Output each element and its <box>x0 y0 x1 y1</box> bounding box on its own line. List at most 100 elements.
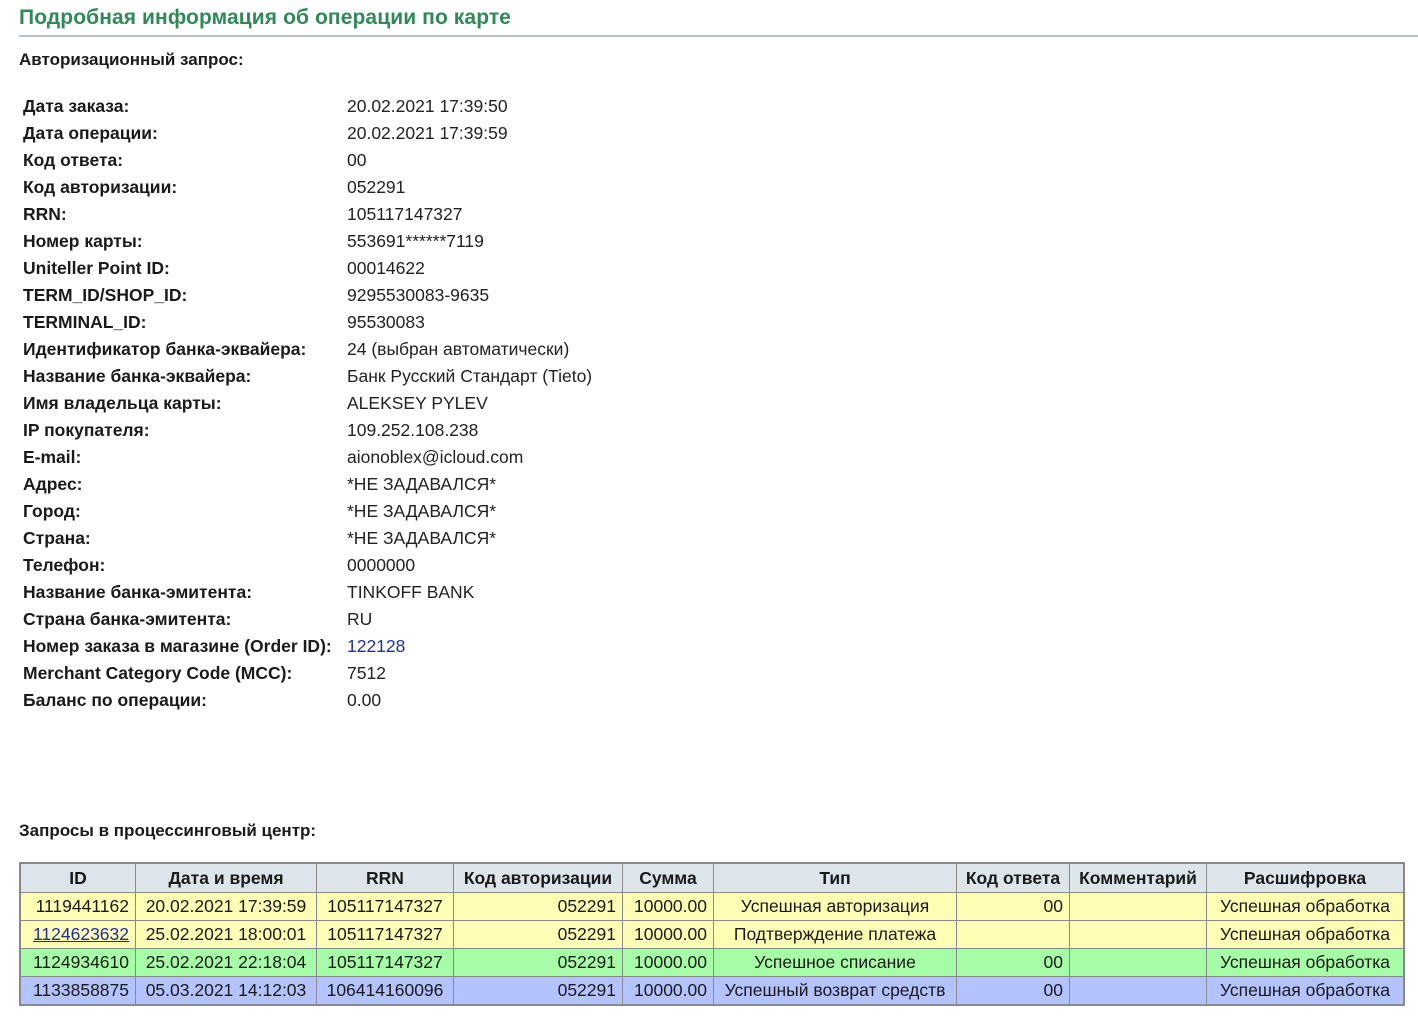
detail-value: RU <box>347 609 373 629</box>
detail-label: Merchant Category Code (MCC): <box>23 663 293 683</box>
detail-row: Название банка-эквайера: Банк Русский Ста… <box>23 363 592 390</box>
detail-label: Номер заказа в магазине (Order ID): <box>23 636 332 656</box>
cell-amount: 10000.00 <box>622 920 714 949</box>
detail-row: Merchant Category Code (MCC): 7512 <box>23 660 592 687</box>
detail-label: TERM_ID/SHOP_ID: <box>23 285 188 305</box>
detail-label: Код авторизации: <box>23 177 178 197</box>
column-header-datetime: Дата и время <box>135 862 317 893</box>
detail-value: 7512 <box>347 663 386 683</box>
cell-response-code: 00 <box>956 892 1070 921</box>
cell-datetime: 05.03.2021 14:12:03 <box>135 976 317 1006</box>
column-header-response-code: Код ответа <box>956 862 1070 893</box>
detail-value: 052291 <box>347 177 406 197</box>
detail-row: Имя владельца карты: ALEKSEY PYLEV <box>23 390 592 417</box>
detail-row: Страна банка-эмитента: RU <box>23 606 592 633</box>
detail-value: 20.02.2021 17:39:50 <box>347 96 508 116</box>
detail-row: Номер карты: 553691******7119 <box>23 228 592 255</box>
cell-response-code: 00 <box>956 948 1070 977</box>
detail-label: Дата заказа: <box>23 96 130 116</box>
cell-id: 1124623632 <box>19 920 136 949</box>
detail-value: 9295530083-9635 <box>347 285 490 305</box>
column-header-rrn: RRN <box>316 862 454 893</box>
cell-decoding: Успешная обработка <box>1206 920 1405 949</box>
detail-row: TERMINAL_ID: 95530083 <box>23 309 592 336</box>
detail-value: TINKOFF BANK <box>347 582 475 602</box>
detail-value: *НЕ ЗАДАВАЛСЯ* <box>347 528 497 548</box>
processing-requests-table: ID Дата и время RRN Код авторизации Сумм… <box>19 862 1405 1006</box>
cell-datetime: 25.02.2021 18:00:01 <box>135 920 317 949</box>
detail-value: 105117147327 <box>347 204 463 224</box>
detail-label: Название банка-эквайера: <box>23 366 252 386</box>
cell-rrn: 105117147327 <box>316 892 454 921</box>
detail-label: E-mail: <box>23 447 82 467</box>
detail-row: IP покупателя: 109.252.108.238 <box>23 417 592 444</box>
detail-value: 00 <box>347 150 367 170</box>
detail-label: RRN: <box>23 204 67 224</box>
detail-label: TERMINAL_ID: <box>23 312 147 332</box>
detail-row: Название банка-эмитента: TINKOFF BANK <box>23 579 592 606</box>
detail-row: Дата заказа: 20.02.2021 17:39:50 <box>23 93 592 120</box>
detail-value-cell: 122128 <box>347 633 592 660</box>
cell-comment <box>1069 892 1207 921</box>
cell-comment <box>1069 976 1207 1006</box>
cell-id: 1133858875 <box>19 976 136 1006</box>
detail-label: Адрес: <box>23 474 83 494</box>
cell-rrn: 106414160096 <box>316 976 454 1006</box>
detail-value: 24 (выбран автоматически) <box>347 339 570 359</box>
table-row: 1119441162 20.02.2021 17:39:59 10511714732… <box>19 892 1405 921</box>
order-id-link[interactable]: 122128 <box>347 636 405 656</box>
cell-decoding: Успешная обработка <box>1206 976 1405 1006</box>
detail-label: Код ответа: <box>23 150 124 170</box>
cell-rrn: 105117147327 <box>316 920 454 949</box>
cell-type: Успешная авторизация <box>713 892 957 921</box>
cell-comment <box>1069 948 1207 977</box>
operation-id-link[interactable]: 1124623632 <box>33 924 129 944</box>
detail-row: E-mail: aionoblex@icloud.com <box>23 444 592 471</box>
detail-row: Страна: *НЕ ЗАДАВАЛСЯ* <box>23 525 592 552</box>
detail-label: IP покупателя: <box>23 420 150 440</box>
detail-row: Код ответа: 00 <box>23 147 592 174</box>
detail-row: Адрес: *НЕ ЗАДАВАЛСЯ* <box>23 471 592 498</box>
cell-comment <box>1069 920 1207 949</box>
detail-label: Дата операции: <box>23 123 158 143</box>
detail-value: 95530083 <box>347 312 425 332</box>
cell-amount: 10000.00 <box>622 948 714 977</box>
detail-value: aionoblex@icloud.com <box>347 447 524 467</box>
column-header-comment: Комментарий <box>1069 862 1207 893</box>
cell-decoding: Успешная обработка <box>1206 892 1405 921</box>
column-header-id: ID <box>19 862 136 893</box>
cell-auth-code: 052291 <box>453 920 623 949</box>
detail-row: Номер заказа в магазине (Order ID): 12212… <box>23 633 592 660</box>
table-header-row: ID Дата и время RRN Код авторизации Сумм… <box>19 862 1405 893</box>
cell-id: 1119441162 <box>19 892 136 921</box>
table-row: 1124934610 25.02.2021 22:18:04 10511714732… <box>19 948 1405 977</box>
detail-value: 109.252.108.238 <box>347 420 479 440</box>
detail-value: ALEKSEY PYLEV <box>347 393 488 413</box>
detail-value: *НЕ ЗАДАВАЛСЯ* <box>347 501 497 521</box>
cell-type: Успешное списание <box>713 948 957 977</box>
column-header-amount: Сумма <box>622 862 714 893</box>
table-row: 1133858875 05.03.2021 14:12:03 10641416009… <box>19 976 1405 1006</box>
detail-row: Баланс по операции: 0.00 <box>23 687 592 714</box>
detail-label: Страна банка-эмитента: <box>23 609 232 629</box>
detail-value: 20.02.2021 17:39:59 <box>347 123 508 143</box>
detail-label: Телефон: <box>23 555 106 575</box>
table-row: 1124623632 25.02.2021 18:00:01 10511714732… <box>19 920 1405 949</box>
column-header-auth-code: Код авторизации <box>453 862 623 893</box>
cell-id: 1124934610 <box>19 948 136 977</box>
detail-label: Идентификатор банка-эквайера: <box>23 339 307 359</box>
detail-row: Телефон: 0000000 <box>23 552 592 579</box>
cell-amount: 10000.00 <box>622 892 714 921</box>
cell-rrn: 105117147327 <box>316 948 454 977</box>
cell-response-code: 00 <box>956 976 1070 1006</box>
detail-label: Баланс по операции: <box>23 690 207 710</box>
cell-decoding: Успешная обработка <box>1206 948 1405 977</box>
detail-label: Номер карты: <box>23 231 143 251</box>
detail-label: Имя владельца карты: <box>23 393 222 413</box>
detail-value: 0000000 <box>347 555 416 575</box>
detail-row: RRN: 105117147327 <box>23 201 592 228</box>
column-header-decoding: Расшифровка <box>1206 862 1405 893</box>
cell-datetime: 25.02.2021 22:18:04 <box>135 948 317 977</box>
cell-response-code <box>956 920 1070 949</box>
cell-datetime: 20.02.2021 17:39:59 <box>135 892 317 921</box>
